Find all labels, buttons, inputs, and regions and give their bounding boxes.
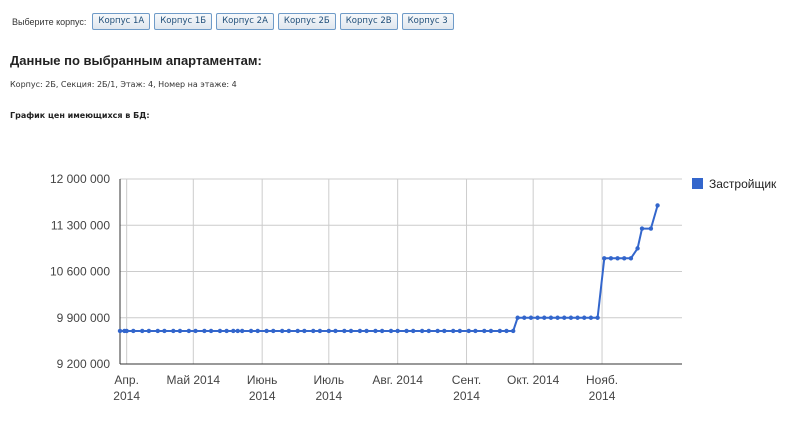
data-point: [117, 328, 123, 334]
data-point: [317, 328, 323, 334]
data-point: [451, 328, 456, 334]
data-point: [628, 256, 634, 261]
y-tick-label: 9 200 000: [57, 357, 111, 371]
data-point: [239, 328, 245, 334]
data-point: [208, 328, 214, 334]
data-point: [177, 328, 183, 334]
x-tick-label: Нояб.: [586, 373, 618, 387]
data-point: [271, 328, 276, 334]
x-tick-label: Май 2014: [167, 373, 221, 387]
data-point: [286, 328, 292, 334]
x-tick-label-year: 2014: [113, 389, 140, 403]
data-point: [224, 328, 229, 334]
data-point: [302, 328, 307, 334]
data-point: [435, 328, 440, 334]
data-point: [602, 256, 607, 261]
series-line: [120, 205, 659, 332]
x-tick-label: Авг. 2014: [372, 373, 423, 387]
data-point: [202, 328, 207, 334]
data-point: [548, 315, 554, 320]
data-point: [595, 315, 600, 320]
data-point: [264, 328, 269, 334]
data-point: [279, 328, 285, 334]
data-point: [373, 328, 378, 334]
data-point: [608, 256, 614, 261]
data-point: [186, 328, 192, 334]
data-point: [457, 328, 463, 334]
x-tick-label-year: 2014: [315, 389, 342, 403]
data-point: [588, 315, 594, 320]
data-point: [555, 315, 560, 320]
price-chart: 9 200 000 9 900 000 10 600 000 11 300 000 12…: [50, 172, 777, 403]
data-point: [193, 328, 198, 334]
data-point: [542, 315, 547, 320]
x-tick-label-year: 2014: [589, 389, 616, 403]
y-tick-label: 12 000 000: [50, 172, 110, 186]
data-point: [522, 315, 527, 320]
legend-swatch: [692, 178, 703, 189]
x-tick-label: Апр.: [114, 373, 139, 387]
data-point: [622, 256, 627, 261]
data-point: [535, 315, 540, 320]
data-point: [235, 328, 240, 334]
data-point: [528, 315, 534, 320]
data-point: [364, 328, 369, 334]
y-tick-label: 9 900 000: [57, 311, 111, 325]
data-point: [504, 328, 509, 334]
data-point: [404, 328, 409, 334]
data-point: [639, 226, 645, 231]
data-point: [419, 328, 425, 334]
x-tick-label: Сент.: [452, 373, 481, 387]
data-point: [388, 328, 394, 334]
data-point: [655, 203, 660, 208]
data-point: [482, 328, 487, 334]
data-point: [488, 328, 494, 334]
y-tick-label: 11 300 000: [51, 218, 110, 232]
data-point: [395, 328, 400, 334]
legend-label: Застройщик: [709, 177, 777, 191]
data-point: [231, 328, 236, 334]
data-point: [131, 328, 136, 334]
data-point: [582, 315, 587, 320]
data-point: [442, 328, 447, 334]
data-point: [426, 328, 431, 334]
y-tick-label: 10 600 000: [50, 265, 110, 279]
data-point: [648, 226, 654, 231]
data-point: [342, 328, 347, 334]
data-point: [171, 328, 176, 334]
data-point: [497, 328, 503, 334]
data-point: [411, 328, 416, 334]
data-point: [615, 256, 620, 261]
data-point: [379, 328, 385, 334]
data-point: [124, 328, 129, 334]
data-point: [255, 328, 260, 334]
data-point: [248, 328, 254, 334]
data-point: [466, 328, 471, 334]
data-point: [217, 328, 223, 334]
data-point: [155, 328, 160, 334]
data-point: [357, 328, 363, 334]
x-tick-label-year: 2014: [249, 389, 276, 403]
x-tick-label: Июнь: [247, 373, 278, 387]
data-point: [295, 328, 300, 334]
data-point: [140, 328, 145, 334]
data-point: [635, 246, 640, 251]
x-tick-label-year: 2014: [453, 389, 480, 403]
data-point: [326, 328, 332, 334]
x-tick-label: Окт. 2014: [507, 373, 560, 387]
x-tick-label: Июль: [313, 373, 344, 387]
data-point: [311, 328, 316, 334]
data-point: [510, 328, 516, 334]
data-point: [146, 328, 152, 334]
data-point: [562, 315, 567, 320]
data-point: [333, 328, 338, 334]
data-point: [575, 315, 580, 320]
data-point: [568, 315, 574, 320]
data-point: [473, 328, 478, 334]
data-point: [162, 328, 167, 334]
data-point: [348, 328, 354, 334]
data-point: [515, 315, 520, 320]
